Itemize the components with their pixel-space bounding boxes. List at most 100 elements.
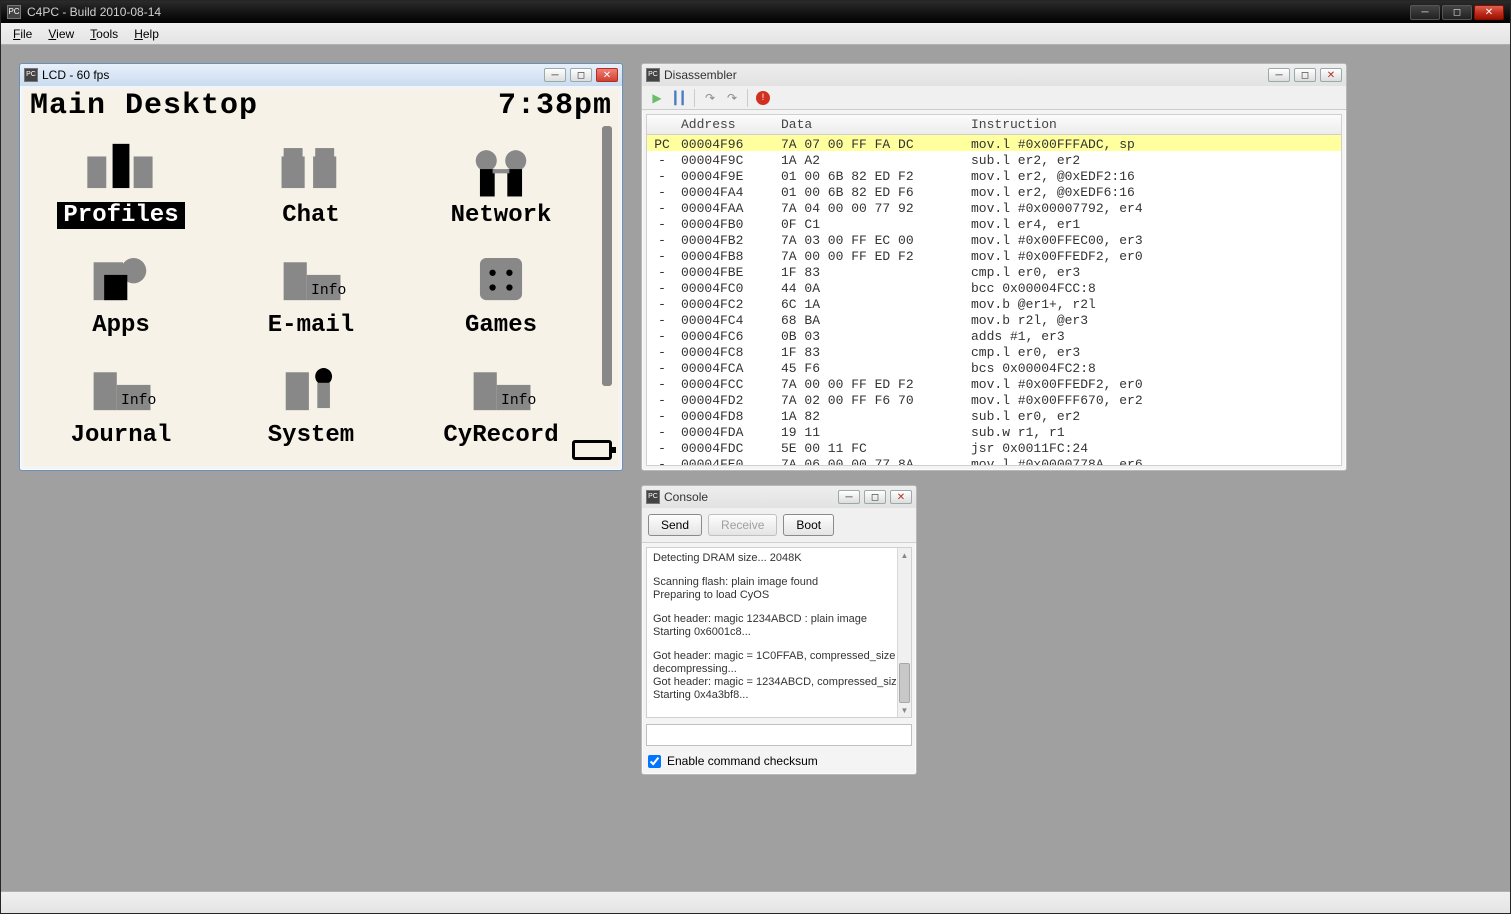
lcd-clock: 7:38pm xyxy=(498,89,612,123)
row-bp: - xyxy=(647,455,677,466)
checksum-option[interactable]: Enable command checksum xyxy=(642,750,916,774)
close-button[interactable]: ✕ xyxy=(1474,5,1504,20)
row-bp: - xyxy=(647,295,677,311)
lcd-item-profiles[interactable]: Profiles xyxy=(26,126,216,236)
table-row[interactable]: -00004F9E01 00 6B 82 ED F2mov.l er2, @0x… xyxy=(647,167,1341,183)
console-scrollbar[interactable]: ▲ ▼ xyxy=(897,548,911,717)
console-maximize-button[interactable]: ◻ xyxy=(864,490,886,504)
lcd-item-journal[interactable]: InfoJournal xyxy=(26,346,216,456)
disassembly-table[interactable]: Address Data Instruction PC00004F967A 07… xyxy=(646,114,1342,466)
table-row[interactable]: -00004FDC5E 00 11 FCjsr 0x0011FC:24 xyxy=(647,439,1341,455)
table-row[interactable]: -00004FCA45 F6bcs 0x00004FC2:8 xyxy=(647,359,1341,375)
col-header-data[interactable]: Data xyxy=(777,115,967,134)
row-bp: - xyxy=(647,279,677,295)
lcd-wrap: Main Desktop 7:38pm ProfilesChatNetwork A… xyxy=(20,86,622,470)
lcd-item-network[interactable]: Network xyxy=(406,126,596,236)
lcd-window[interactable]: PC LCD - 60 fps ─ ◻ ✕ Main Desktop 7:38p… xyxy=(19,63,623,471)
scroll-thumb[interactable] xyxy=(899,663,910,703)
system-icon xyxy=(266,354,356,420)
table-row[interactable]: -00004FDA19 11sub.w r1, r1 xyxy=(647,423,1341,439)
disassembler-maximize-button[interactable]: ◻ xyxy=(1294,68,1316,82)
menu-tools[interactable]: Tools xyxy=(84,25,124,43)
run-button[interactable]: ▶ xyxy=(650,91,664,105)
receive-button[interactable]: Receive xyxy=(708,514,777,536)
lcd-item-cyrecord[interactable]: InfoCyRecord xyxy=(406,346,596,456)
row-address: 00004FD8 xyxy=(677,407,777,423)
scroll-down-icon[interactable]: ▼ xyxy=(898,703,911,717)
menu-view[interactable]: View xyxy=(42,25,80,43)
boot-button[interactable]: Boot xyxy=(783,514,834,536)
table-row[interactable]: -00004FC468 BAmov.b r2l, @er3 xyxy=(647,311,1341,327)
lcd-item-chat[interactable]: Chat xyxy=(216,126,406,236)
send-button[interactable]: Send xyxy=(648,514,702,536)
table-row[interactable]: -00004FB87A 00 00 FF ED F2mov.l #0x00FFE… xyxy=(647,247,1341,263)
console-close-button[interactable]: ✕ xyxy=(890,490,912,504)
maximize-button[interactable]: ◻ xyxy=(1442,5,1472,20)
lcd-header: Main Desktop 7:38pm xyxy=(24,90,618,122)
table-row[interactable]: PC00004F967A 07 00 FF FA DCmov.l #0x00FF… xyxy=(647,135,1341,151)
lcd-item-games[interactable]: Games xyxy=(406,236,596,346)
row-bp: - xyxy=(647,343,677,359)
row-instruction: bcc 0x00004FCC:8 xyxy=(967,279,1341,295)
table-row[interactable]: -00004FC044 0Abcc 0x00004FCC:8 xyxy=(647,279,1341,295)
pause-button[interactable]: ┃┃ xyxy=(672,91,686,105)
table-row[interactable]: -00004F9C1A A2sub.l er2, er2 xyxy=(647,151,1341,167)
table-row[interactable]: -00004FC60B 03adds #1, er3 xyxy=(647,327,1341,343)
lcd-item-apps[interactable]: Apps xyxy=(26,236,216,346)
lcd-scrollbar[interactable] xyxy=(602,126,612,386)
menu-file[interactable]: File xyxy=(7,25,38,43)
disassembler-minimize-button[interactable]: ─ xyxy=(1268,68,1290,82)
col-header-bp[interactable] xyxy=(647,115,677,134)
disassembler-window[interactable]: PC Disassembler ─ ◻ ✕ ▶ ┃┃ ↷ ↷ ! xyxy=(641,63,1347,471)
lcd-maximize-button[interactable]: ◻ xyxy=(570,68,592,82)
table-row[interactable]: -00004FAA7A 04 00 00 77 92mov.l #0x00007… xyxy=(647,199,1341,215)
table-row[interactable]: -00004FB27A 03 00 FF EC 00mov.l #0x00FFE… xyxy=(647,231,1341,247)
lcd-item-system[interactable]: System xyxy=(216,346,406,456)
table-row[interactable]: -00004FD27A 02 00 FF F6 70mov.l #0x00FFF… xyxy=(647,391,1341,407)
console-input[interactable] xyxy=(646,724,912,746)
lcd-screen[interactable]: Main Desktop 7:38pm ProfilesChatNetwork A… xyxy=(24,90,618,466)
table-row[interactable]: -00004FBE1F 83cmp.l er0, er3 xyxy=(647,263,1341,279)
col-header-instruction[interactable]: Instruction xyxy=(967,115,1341,134)
console-window[interactable]: PC Console ─ ◻ ✕ Send Receive Boot Detec… xyxy=(641,485,917,775)
table-row[interactable]: -00004FD81A 82sub.l er0, er2 xyxy=(647,407,1341,423)
row-data: 6C 1A xyxy=(777,295,967,311)
breakpoint-button[interactable]: ! xyxy=(756,91,770,105)
minimize-button[interactable]: ─ xyxy=(1410,5,1440,20)
row-data: 0B 03 xyxy=(777,327,967,343)
apps-icon xyxy=(76,244,166,310)
lcd-item-label: Apps xyxy=(86,312,156,339)
checksum-checkbox[interactable] xyxy=(648,755,661,768)
scroll-up-icon[interactable]: ▲ xyxy=(898,548,911,562)
row-address: 00004FD2 xyxy=(677,391,777,407)
disassembler-close-button[interactable]: ✕ xyxy=(1320,68,1342,82)
menu-help[interactable]: Help xyxy=(128,25,165,43)
main-titlebar[interactable]: PC C4PC - Build 2010-08-14 ─ ◻ ✕ xyxy=(1,1,1510,23)
table-row[interactable]: -00004FA401 00 6B 82 ED F6mov.l er2, @0x… xyxy=(647,183,1341,199)
lcd-titlebar[interactable]: PC LCD - 60 fps ─ ◻ ✕ xyxy=(20,64,622,86)
main-window: PC C4PC - Build 2010-08-14 ─ ◻ ✕ File Vi… xyxy=(0,0,1511,914)
row-bp: - xyxy=(647,423,677,439)
table-row[interactable]: -00004FC81F 83cmp.l er0, er3 xyxy=(647,343,1341,359)
lcd-item-e-mail[interactable]: InfoE-mail xyxy=(216,236,406,346)
row-data: 0F C1 xyxy=(777,215,967,231)
step-into-button[interactable]: ↷ xyxy=(703,91,717,105)
disassembler-window-icon: PC xyxy=(646,68,660,82)
row-instruction: adds #1, er3 xyxy=(967,327,1341,343)
lcd-item-label: CyRecord xyxy=(437,422,564,449)
table-row[interactable]: -00004FCC7A 00 00 FF ED F2mov.l #0x00FFE… xyxy=(647,375,1341,391)
table-row[interactable]: -00004FB00F C1mov.l er4, er1 xyxy=(647,215,1341,231)
col-header-address[interactable]: Address xyxy=(677,115,777,134)
row-data: 1F 83 xyxy=(777,343,967,359)
table-row[interactable]: -00004FE07A 06 00 00 77 8Amov.l #0x00007… xyxy=(647,455,1341,466)
row-instruction: mov.b @er1+, r2l xyxy=(967,295,1341,311)
table-header: Address Data Instruction xyxy=(647,115,1341,135)
table-row[interactable]: -00004FC26C 1Amov.b @er1+, r2l xyxy=(647,295,1341,311)
lcd-minimize-button[interactable]: ─ xyxy=(544,68,566,82)
step-over-button[interactable]: ↷ xyxy=(725,91,739,105)
disassembler-titlebar[interactable]: PC Disassembler ─ ◻ ✕ xyxy=(642,64,1346,86)
console-titlebar[interactable]: PC Console ─ ◻ ✕ xyxy=(642,486,916,508)
console-minimize-button[interactable]: ─ xyxy=(838,490,860,504)
lcd-close-button[interactable]: ✕ xyxy=(596,68,618,82)
console-output[interactable]: Detecting DRAM size... 2048KScanning fla… xyxy=(646,547,912,718)
